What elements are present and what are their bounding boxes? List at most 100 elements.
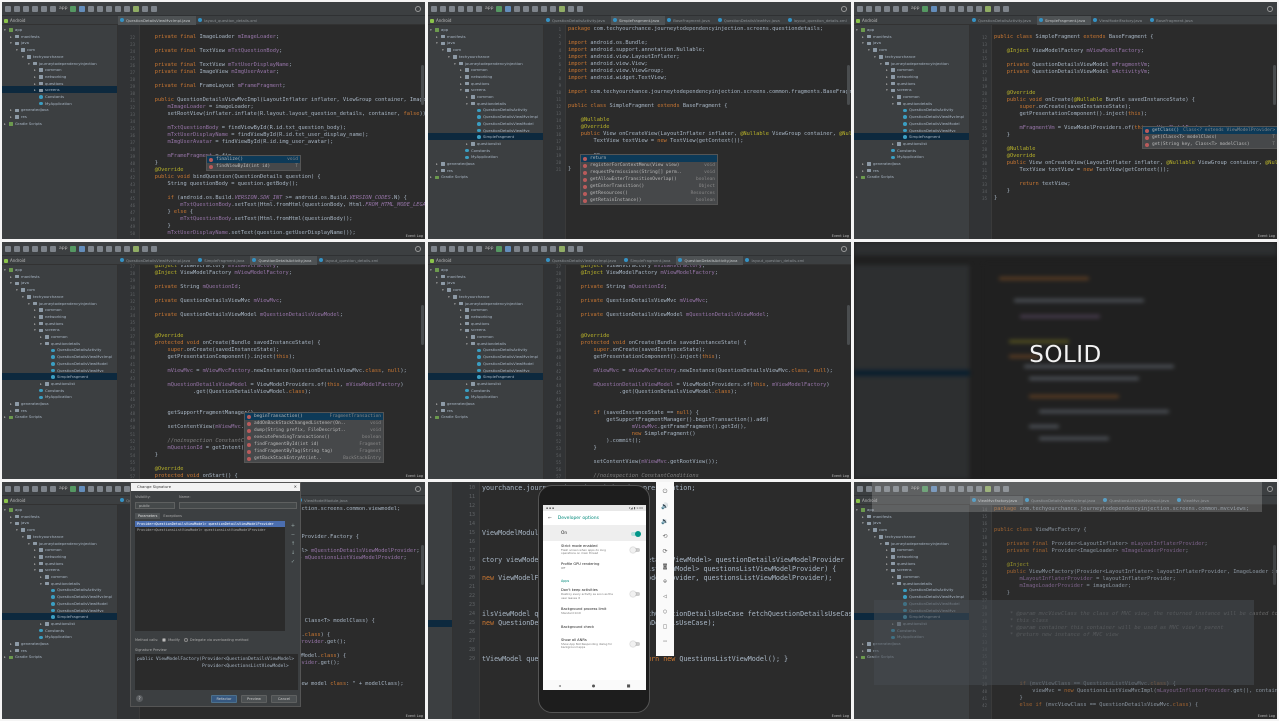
zoom-icon[interactable]: ⊕	[663, 576, 667, 587]
profile-icon[interactable]	[88, 5, 95, 12]
autocomplete-item[interactable]: addOnBackStackChangedListener(On.. void	[245, 420, 383, 427]
editor-tab[interactable]: BaseFragment.java	[665, 16, 716, 25]
run-config-dropdown[interactable]: app	[59, 246, 67, 251]
avd-manager-icon[interactable]	[124, 245, 131, 252]
vertical-scrollbar[interactable]	[421, 545, 424, 585]
modify-radio[interactable]	[162, 638, 167, 642]
cancel-button[interactable]: Cancel	[271, 695, 297, 703]
layout-inspector-icon[interactable]	[577, 245, 584, 252]
build-icon[interactable]	[476, 5, 482, 12]
device-monitor-icon[interactable]	[994, 5, 1001, 12]
attach-icon[interactable]	[523, 5, 530, 12]
profile-icon[interactable]	[88, 245, 95, 252]
back-icon[interactable]	[884, 5, 890, 12]
save-icon[interactable]	[440, 245, 446, 252]
autocomplete-item[interactable]: getAllowEnterTransitionOverlap() boolean	[581, 176, 717, 183]
back-icon[interactable]	[458, 245, 464, 252]
debug-icon[interactable]	[931, 5, 938, 12]
editor-tab[interactable]: SimpleFragment.java	[1036, 15, 1092, 25]
volume-up-icon[interactable]: 🔊	[661, 501, 668, 512]
editor-tab[interactable]: ViewModelModule.java	[296, 496, 353, 505]
editor-tab[interactable]: QuestionDetailsActivity.java	[676, 255, 744, 265]
vertical-scrollbar[interactable]	[421, 65, 424, 105]
debug-icon[interactable]	[79, 245, 86, 252]
project-view-dropdown[interactable]: Android	[854, 18, 970, 23]
apply-changes-icon[interactable]	[106, 5, 113, 12]
back-arrow-icon[interactable]: ←	[548, 516, 552, 521]
tree-item[interactable]: ▸Gradle Scripts	[428, 173, 543, 180]
profile-icon[interactable]	[940, 5, 947, 12]
video-thumbnail[interactable]: app Android QuestionDetailsViewMvcImpl.jav…	[2, 242, 425, 479]
save-icon[interactable]	[14, 485, 20, 492]
autocomplete-item[interactable]: requestPermissions(String[] perm.. void	[581, 169, 717, 176]
run-config-dropdown[interactable]: app	[911, 6, 919, 11]
autocomplete-item[interactable]: get(String key, Class<T> modelClass) T	[1143, 141, 1277, 148]
editor-tab[interactable]: QuestionDetailsActivity.java	[250, 255, 318, 265]
run-icon[interactable]	[70, 5, 77, 12]
editor-tab[interactable]: layout_question_details.xml	[743, 256, 810, 265]
run-config-dropdown[interactable]: app	[59, 6, 67, 11]
editor-tab[interactable]: ViewModelFactory.java	[1091, 16, 1148, 25]
layout-inspector-icon[interactable]	[151, 245, 158, 252]
open-icon[interactable]	[431, 245, 437, 252]
editor-tab[interactable]: layout_question_details.xml	[317, 256, 384, 265]
nav-back-button[interactable]: ◂	[559, 683, 561, 688]
open-icon[interactable]	[431, 5, 437, 12]
event-log-button[interactable]: Event Log	[832, 714, 849, 718]
profile-icon[interactable]	[514, 5, 521, 12]
autocomplete-item[interactable]: dump(String prefix, FileDescript.. void	[245, 427, 383, 434]
build-icon[interactable]	[902, 5, 908, 12]
tree-item[interactable]: ▸Gradle Scripts	[2, 120, 117, 127]
back-icon[interactable]	[458, 5, 464, 12]
run-icon[interactable]	[496, 5, 503, 12]
back-icon[interactable]	[32, 485, 38, 492]
nav-home-button[interactable]: ●	[592, 683, 596, 688]
autocomplete-item[interactable]: get(Class<T> modelClass) T	[1143, 134, 1277, 141]
autocomplete-item[interactable]: findViewById(int id) T	[207, 163, 300, 170]
open-icon[interactable]	[857, 5, 863, 12]
open-icon[interactable]	[5, 485, 11, 492]
vertical-scrollbar[interactable]	[847, 305, 850, 345]
attach-icon[interactable]	[97, 5, 104, 12]
autocomplete-item[interactable]: getResources() Resources	[581, 190, 717, 197]
search-everywhere-icon[interactable]	[415, 5, 421, 12]
volume-down-icon[interactable]: 🔉	[661, 516, 668, 527]
editor-tab[interactable]: QuestionDetailsViewMvc.java	[716, 16, 786, 25]
device-monitor-icon[interactable]	[142, 5, 149, 12]
sync-icon[interactable]	[449, 5, 455, 12]
event-log-button[interactable]: Event Log	[406, 714, 423, 718]
vertical-scrollbar[interactable]	[421, 305, 424, 345]
profile-icon[interactable]	[514, 245, 521, 252]
event-log-button[interactable]: Event Log	[406, 474, 423, 478]
run-icon[interactable]	[70, 245, 77, 252]
editor-tab[interactable]: SimpleFragment.java	[622, 256, 676, 265]
editor-tab[interactable]: SimpleFragment.java	[196, 256, 250, 265]
apply-changes-icon[interactable]	[532, 245, 539, 252]
dialog-tab[interactable]: Parameters	[135, 513, 161, 519]
autocomplete-item[interactable]: return	[581, 155, 717, 162]
event-log-button[interactable]: Event Log	[1258, 714, 1275, 718]
project-view-dropdown[interactable]: Android	[2, 258, 118, 263]
propagate-icon[interactable]: ✓	[288, 559, 298, 568]
developer-options-master-switch[interactable]: On	[543, 526, 646, 541]
event-log-button[interactable]: Event Log	[832, 234, 849, 238]
settings-item[interactable]: Background check	[543, 619, 646, 635]
forward-icon[interactable]	[41, 245, 47, 252]
video-thumbnail[interactable]: app Android QuestionDetailsViewMvcImpl.jav…	[428, 242, 851, 479]
event-log-button[interactable]: Event Log	[406, 234, 423, 238]
avd-manager-icon[interactable]	[550, 5, 557, 12]
tree-item[interactable]: ▸Gradle Scripts	[854, 173, 969, 180]
name-input[interactable]	[179, 502, 297, 509]
tree-item[interactable]: ▸Gradle Scripts	[428, 413, 543, 420]
video-thumbnail[interactable]: SOLID	[854, 242, 1277, 479]
autocomplete-item[interactable]: getRetainInstance() boolean	[581, 197, 717, 204]
sync-icon[interactable]	[875, 5, 881, 12]
sync-gradle-icon[interactable]	[115, 485, 122, 492]
code-editor[interactable]: package com.techyourchance.journeytodepe…	[566, 25, 851, 239]
visibility-select[interactable]: public	[135, 502, 175, 509]
attach-icon[interactable]	[97, 485, 104, 492]
device-monitor-icon[interactable]	[142, 245, 149, 252]
editor-tab[interactable]: layout_question_details.xml	[786, 16, 851, 25]
sync-gradle-icon[interactable]	[541, 245, 548, 252]
build-icon[interactable]	[50, 245, 56, 252]
